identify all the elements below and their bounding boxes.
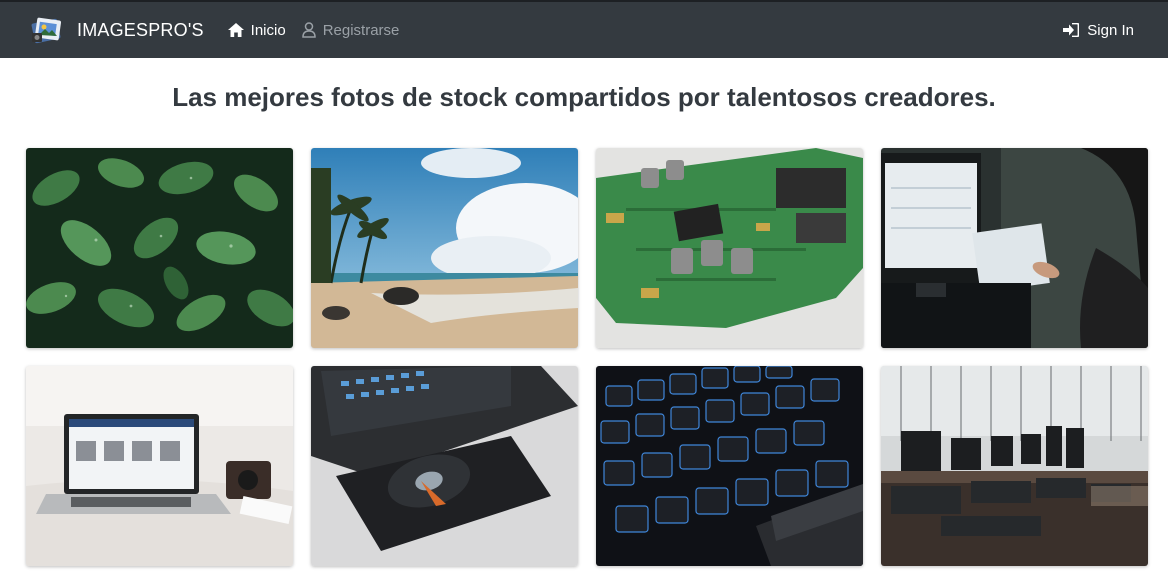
gallery-item-laptop-optical-drive[interactable] (311, 366, 578, 566)
sign-in-link[interactable]: Sign In (1063, 22, 1134, 39)
laptop-optical-drive-image (311, 366, 578, 566)
laptop-on-bed-image (26, 366, 293, 566)
gallery-item-laptop-on-bed[interactable] (26, 366, 293, 566)
gallery-item-computer-lab[interactable] (881, 366, 1148, 566)
user-icon (301, 22, 316, 38)
nav-link-inicio[interactable]: Inicio (227, 21, 286, 39)
computer-monitor-office-image (881, 148, 1148, 348)
nav-link-registrarse[interactable]: Registrarse (301, 21, 400, 39)
nav-links: Inicio Registrarse (227, 21, 416, 39)
computer-lab-image (881, 366, 1148, 566)
backlit-keyboard-image (596, 366, 863, 566)
gallery-item-circuit-board[interactable] (596, 148, 863, 348)
brand-link[interactable]: IMAGESPRO'S (30, 15, 204, 45)
green-leaves-image (26, 148, 293, 348)
gallery-item-computer-monitor-office[interactable] (881, 148, 1148, 348)
home-icon (227, 23, 244, 37)
brand-name: IMAGESPRO'S (77, 19, 204, 40)
brand-logo-icon (30, 15, 64, 45)
tropical-beach-image (311, 148, 578, 348)
circuit-board-image (596, 148, 863, 348)
gallery-item-backlit-keyboard[interactable] (596, 366, 863, 566)
gallery-item-tropical-beach[interactable] (311, 148, 578, 348)
sign-in-label: Sign In (1087, 21, 1134, 39)
sign-in-icon (1063, 23, 1080, 37)
top-navbar: IMAGESPRO'S Inicio Registrarse Sign In (0, 0, 1168, 58)
nav-link-label: Registrarse (322, 21, 400, 39)
gallery-item-green-leaves[interactable] (26, 148, 293, 348)
nav-link-label: Inicio (250, 21, 286, 39)
page-headline: Las mejores fotos de stock compartidos p… (172, 82, 996, 112)
